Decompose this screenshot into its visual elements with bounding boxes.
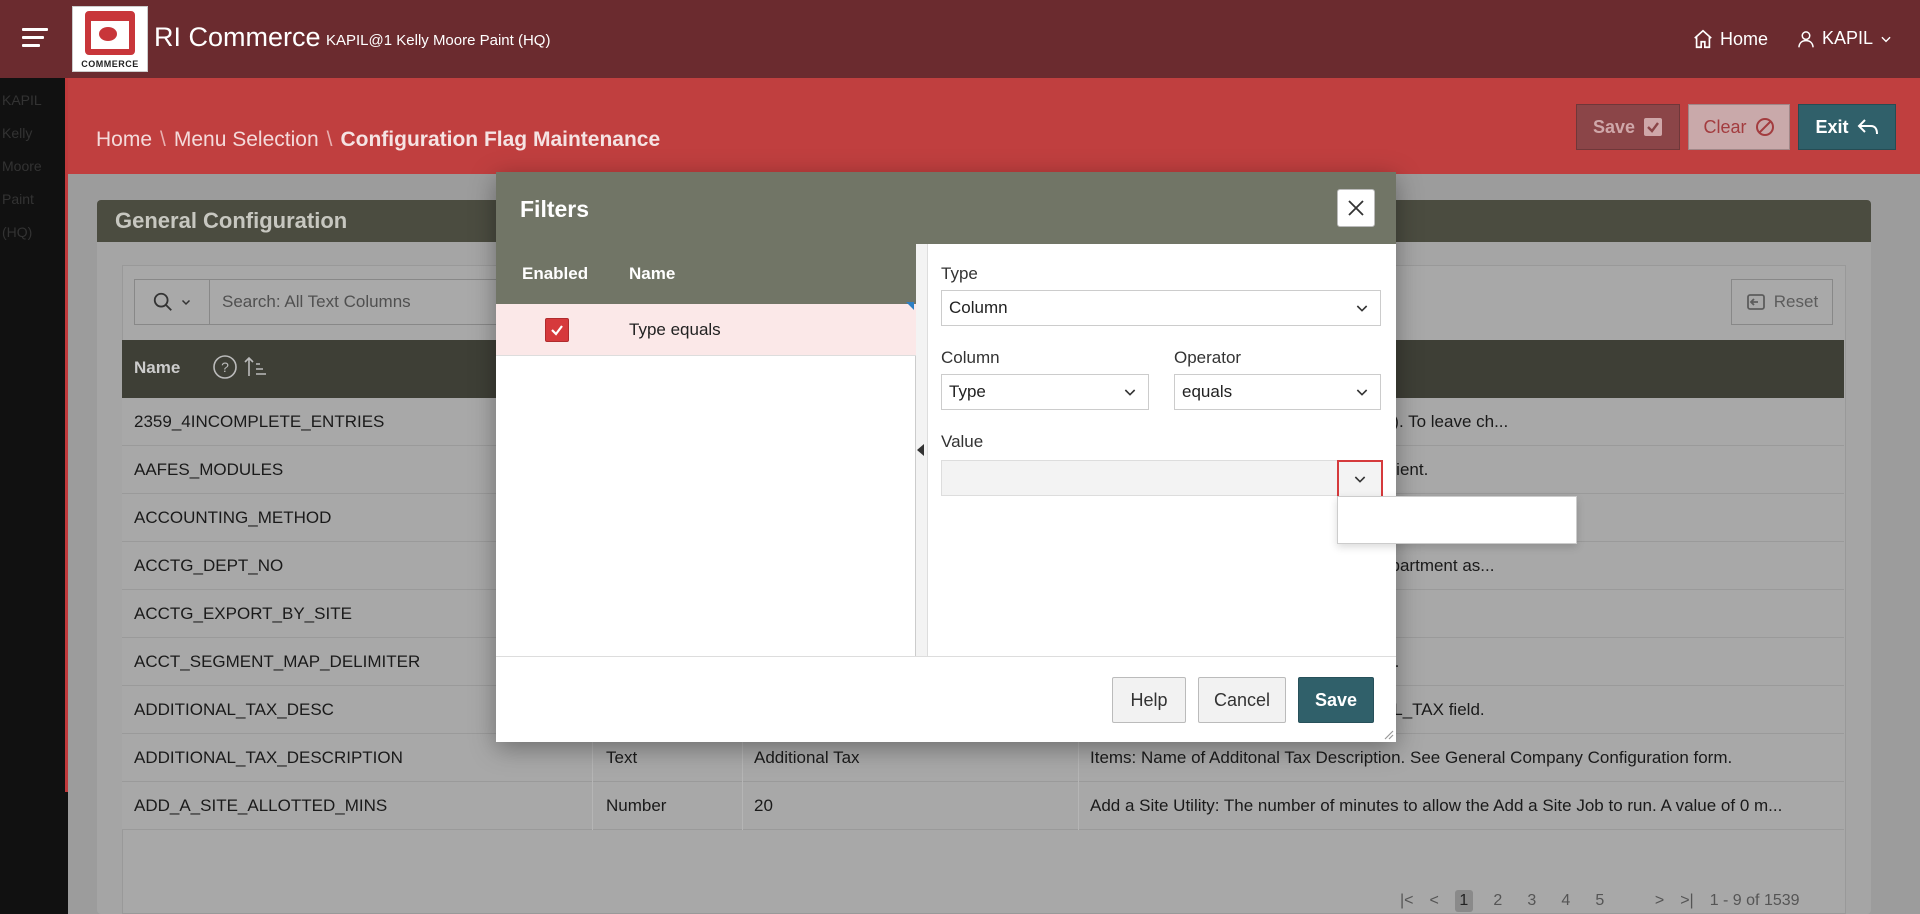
- reset-button[interactable]: Reset: [1731, 279, 1833, 325]
- prev-page-icon[interactable]: <: [1430, 892, 1439, 910]
- user-name: KAPIL: [1822, 28, 1874, 48]
- filter-list: Enabled Name Type equals + −: [496, 244, 916, 728]
- breadcrumb-home[interactable]: Home: [96, 128, 152, 151]
- next-page-icon[interactable]: >: [1655, 892, 1664, 910]
- exit-button[interactable]: Exit: [1798, 104, 1896, 150]
- value-dropdown-popup[interactable]: [1337, 496, 1577, 544]
- dialog-close-button[interactable]: [1337, 189, 1375, 227]
- caret-left-icon: [917, 444, 924, 456]
- top-header: COMMERCE RI Commerce KAPIL@1 Kelly Moore…: [0, 0, 1920, 78]
- reply-icon: [1857, 119, 1878, 135]
- first-page-icon[interactable]: |<: [1400, 892, 1414, 910]
- dialog-save-button[interactable]: Save: [1298, 677, 1374, 723]
- operator-select[interactable]: equals: [1174, 374, 1381, 410]
- column-label: Column: [941, 348, 1000, 367]
- collapse-handle[interactable]: [916, 244, 928, 656]
- cell-description: Add a Site Utility: The number of minute…: [1090, 796, 1783, 815]
- column-select-value: Type: [949, 382, 986, 401]
- chevron-down-icon: [1356, 389, 1368, 396]
- nav-home-label: Home: [1720, 28, 1769, 49]
- panel-title: General Configuration: [115, 208, 348, 233]
- check-icon: [551, 325, 563, 336]
- search-icon: [153, 292, 172, 311]
- nav-home-link[interactable]: Home: [1692, 28, 1768, 50]
- operator-select-value: equals: [1182, 382, 1233, 401]
- breadcrumb-current: Configuration Flag Maintenance: [340, 128, 661, 151]
- dialog-title: Filters: [520, 196, 590, 222]
- save-button[interactable]: Save: [1576, 104, 1680, 150]
- app-logo[interactable]: COMMERCE: [72, 6, 148, 72]
- page-link-4[interactable]: 4: [1557, 892, 1575, 910]
- column-header-icons: ?: [212, 354, 268, 380]
- filter-list-header-enabled: Enabled: [522, 264, 589, 283]
- chevron-down-icon: [1881, 36, 1891, 42]
- filter-list-item[interactable]: Type equals: [496, 304, 916, 356]
- operator-label: Operator: [1174, 348, 1242, 367]
- app-subtitle: KAPIL@1 Kelly Moore Paint (HQ): [326, 32, 551, 49]
- user-menu[interactable]: KAPIL: [1796, 28, 1893, 49]
- help-button[interactable]: Help: [1112, 677, 1186, 723]
- breadcrumb-menu[interactable]: Menu Selection: [174, 128, 319, 151]
- value-input[interactable]: [941, 460, 1381, 496]
- svg-text:?: ?: [221, 359, 229, 375]
- left-strip-ghost-text: KAPIL Kelly Moore Paint (HQ): [2, 92, 42, 240]
- dialog-footer: Help Cancel Save: [496, 656, 1396, 742]
- hamburger-menu-icon[interactable]: [22, 28, 48, 50]
- chevron-down-icon: [1354, 476, 1366, 483]
- app-title: RI Commerce: [154, 22, 321, 52]
- page-range: 1 - 9 of 1539: [1709, 892, 1800, 909]
- type-select[interactable]: Column: [941, 290, 1381, 326]
- pagination: |< < 1 2 3 4 5 > >| 1 - 9 of 1539: [1400, 888, 1800, 914]
- column-header-name[interactable]: Name: [134, 358, 180, 378]
- resize-grip-icon[interactable]: [1382, 728, 1394, 740]
- filter-list-header-name: Name: [629, 264, 676, 283]
- value-label: Value: [941, 432, 984, 451]
- cell-type: Number: [606, 796, 667, 815]
- filters-dialog: Filters Enabled Name Type equals + − Typ…: [496, 172, 1577, 742]
- search-placeholder: Search: All Text Columns: [222, 292, 411, 311]
- column-select[interactable]: Type: [941, 374, 1149, 410]
- clear-button[interactable]: Clear: [1688, 104, 1790, 150]
- page-link-5[interactable]: 5: [1591, 892, 1609, 910]
- user-icon: [1798, 30, 1814, 47]
- page-link-2[interactable]: 2: [1489, 892, 1507, 910]
- table-row[interactable]: ADD_A_SITE_ALLOTTED_MINS Number 20 Add a Si…: [122, 782, 1844, 830]
- type-label: Type: [941, 264, 978, 283]
- cell-value: 20: [754, 796, 773, 815]
- page-link-3[interactable]: 3: [1523, 892, 1541, 910]
- dialog-header: Filters: [496, 172, 1396, 244]
- filter-list-header: Enabled Name: [496, 244, 916, 304]
- reset-icon: [1746, 294, 1765, 310]
- cancel-button[interactable]: Cancel: [1198, 677, 1286, 723]
- selected-row-marker: [906, 302, 914, 310]
- filter-enabled-checkbox[interactable]: [545, 318, 569, 342]
- close-icon: [1348, 200, 1364, 216]
- chevron-down-icon: [1124, 389, 1136, 396]
- filter-item-label: Type equals: [629, 320, 721, 339]
- last-page-icon[interactable]: >|: [1680, 892, 1694, 910]
- cell-name: ADD_A_SITE_ALLOTTED_MINS: [134, 796, 388, 815]
- ban-icon: [1755, 118, 1774, 136]
- page-link-1[interactable]: 1: [1454, 890, 1473, 912]
- home-icon: [1694, 29, 1712, 49]
- sort-ascending-icon[interactable]: [242, 354, 268, 380]
- left-nav-strip: KAPIL Kelly Moore Paint (HQ): [0, 78, 70, 914]
- value-dropdown-button[interactable]: [1337, 460, 1383, 498]
- type-select-value: Column: [949, 298, 1008, 317]
- chevron-down-icon: [181, 299, 190, 306]
- check-square-icon: [1644, 118, 1663, 136]
- help-icon[interactable]: ?: [212, 354, 238, 380]
- breadcrumb: Home \ Menu Selection \ Configuration Flag M…: [96, 128, 661, 151]
- search-column-selector[interactable]: [134, 279, 210, 325]
- logo-text: COMMERCE: [81, 59, 139, 69]
- chevron-down-icon: [1356, 305, 1368, 312]
